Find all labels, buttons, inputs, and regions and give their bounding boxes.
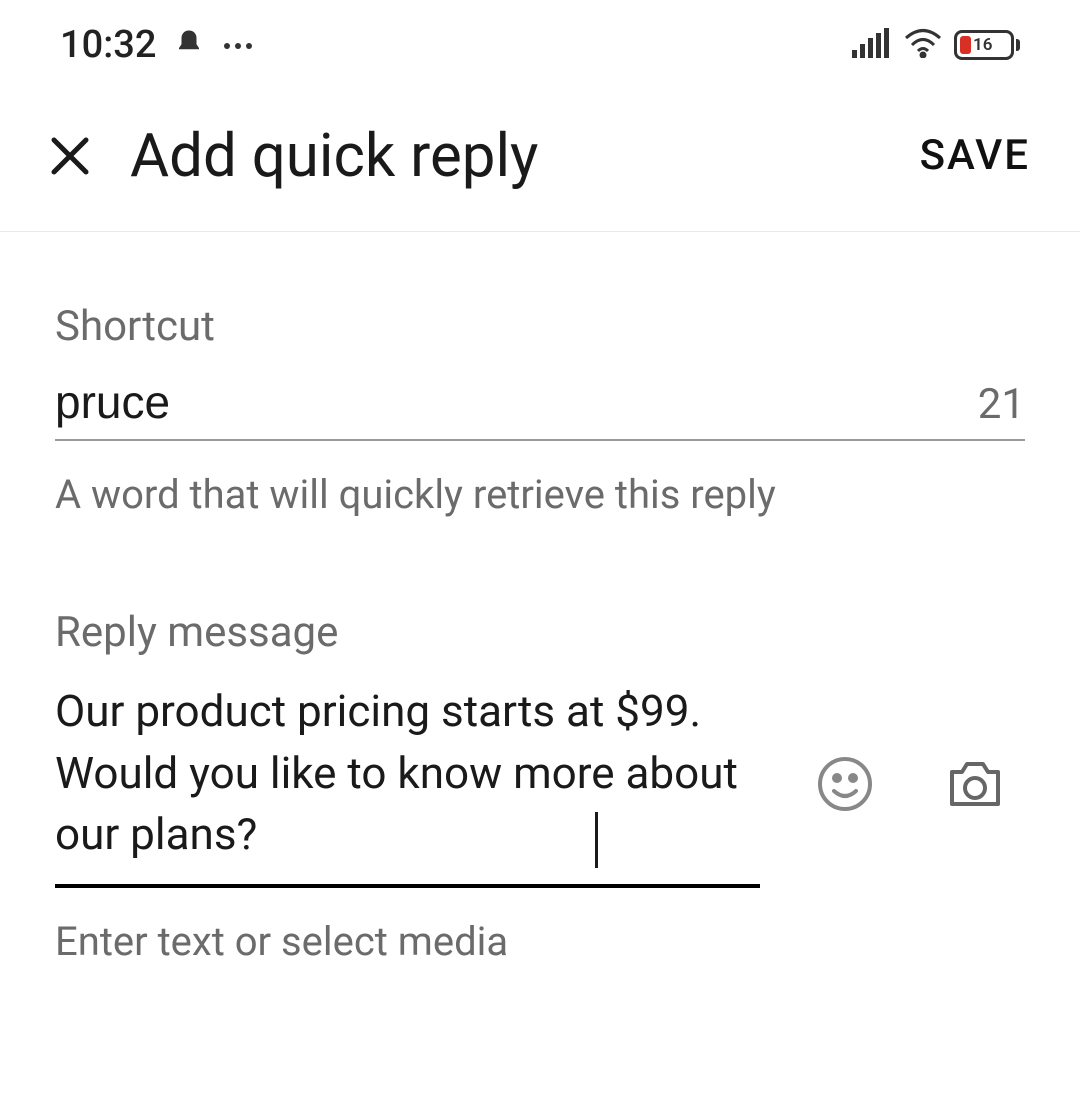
shortcut-input[interactable]: [55, 375, 978, 429]
wifi-icon: [904, 28, 942, 62]
notification-icon: [174, 28, 204, 62]
close-icon: [48, 134, 92, 178]
shortcut-label: Shortcut: [55, 302, 1025, 351]
signal-icon: [852, 28, 892, 62]
text-cursor: [595, 812, 598, 868]
reply-label: Reply message: [55, 608, 1025, 657]
reply-row: [55, 681, 1025, 888]
status-left: 10:32: [60, 23, 254, 67]
status-bar: 10:32: [0, 0, 1080, 90]
battery-icon: 16: [954, 30, 1020, 60]
status-time: 10:32: [60, 23, 156, 67]
page-title: Add quick reply: [130, 120, 920, 191]
shortcut-row: 21: [55, 375, 1025, 441]
reply-section: Reply message Enter text: [55, 608, 1025, 965]
camera-icon: [946, 758, 1004, 810]
more-icon: [222, 36, 254, 55]
header: Add quick reply SAVE: [0, 90, 1080, 232]
camera-button[interactable]: [940, 749, 1010, 819]
reply-helper: Enter text or select media: [55, 918, 1025, 965]
content: Shortcut 21 A word that will quickly ret…: [0, 232, 1080, 965]
reply-textarea[interactable]: [55, 681, 760, 866]
close-button[interactable]: [40, 126, 100, 186]
status-right: 16: [852, 28, 1020, 62]
emoji-button[interactable]: [810, 749, 880, 819]
reply-text-wrapper: [55, 681, 760, 888]
shortcut-counter: 21: [978, 380, 1025, 429]
save-button[interactable]: SAVE: [920, 131, 1040, 180]
shortcut-helper: A word that will quickly retrieve this r…: [55, 471, 1025, 518]
emoji-icon: [816, 755, 874, 813]
